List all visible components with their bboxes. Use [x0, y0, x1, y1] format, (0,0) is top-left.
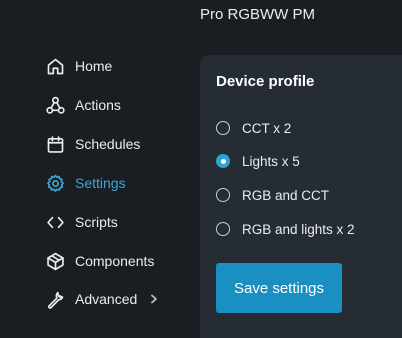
radio-option-cct-x2[interactable]: CCT x 2: [216, 118, 291, 138]
radio-label: Lights x 5: [242, 153, 300, 169]
components-icon: [44, 250, 66, 272]
sidebar-item-schedules[interactable]: Schedules: [44, 132, 140, 156]
sidebar-item-label: Home: [75, 58, 113, 74]
radio-option-rgb-and-lights-x2[interactable]: RGB and lights x 2: [216, 219, 355, 239]
sidebar-item-advanced[interactable]: Advanced: [44, 287, 159, 311]
radio-button[interactable]: [216, 121, 230, 135]
sidebar-item-actions[interactable]: Actions: [44, 93, 121, 117]
radio-option-lights-x5[interactable]: Lights x 5: [216, 151, 300, 171]
code-icon: [44, 211, 66, 233]
save-settings-button[interactable]: Save settings: [216, 263, 342, 313]
sidebar-item-scripts[interactable]: Scripts: [44, 210, 118, 234]
sidebar-item-label: Actions: [75, 97, 121, 113]
sidebar-nav: Home Actions Schedules Settings Scripts …: [0, 0, 195, 338]
device-profile-title: Device profile: [216, 73, 315, 90]
sidebar-item-label: Schedules: [75, 136, 141, 152]
chevron-right-icon: [149, 294, 159, 304]
radio-label: RGB and lights x 2: [242, 221, 355, 237]
sidebar-item-label: Advanced: [75, 291, 138, 307]
device-profile-card: Device profile CCT x 2 Lights x 5 RGB an…: [200, 55, 402, 338]
radio-button[interactable]: [216, 188, 230, 202]
radio-button[interactable]: [216, 222, 230, 236]
gear-icon: [44, 172, 66, 194]
wrench-icon: [44, 288, 66, 310]
sidebar-item-settings[interactable]: Settings: [44, 171, 126, 195]
sidebar-item-label: Settings: [75, 175, 126, 191]
actions-icon: [44, 94, 66, 116]
calendar-icon: [44, 133, 66, 155]
radio-option-rgb-and-cct[interactable]: RGB and CCT: [216, 185, 329, 205]
sidebar-item-label: Components: [75, 253, 155, 269]
radio-label: CCT x 2: [242, 120, 292, 136]
radio-button-checked[interactable]: [216, 154, 230, 168]
sidebar-item-components[interactable]: Components: [44, 249, 154, 273]
home-icon: [44, 55, 66, 77]
page: Pro RGBWW PM Home Actions Schedules Sett…: [0, 0, 402, 338]
radio-label: RGB and CCT: [242, 187, 330, 203]
sidebar-item-label: Scripts: [75, 214, 118, 230]
device-title: Pro RGBWW PM: [200, 6, 315, 23]
sidebar-item-home[interactable]: Home: [44, 54, 112, 78]
